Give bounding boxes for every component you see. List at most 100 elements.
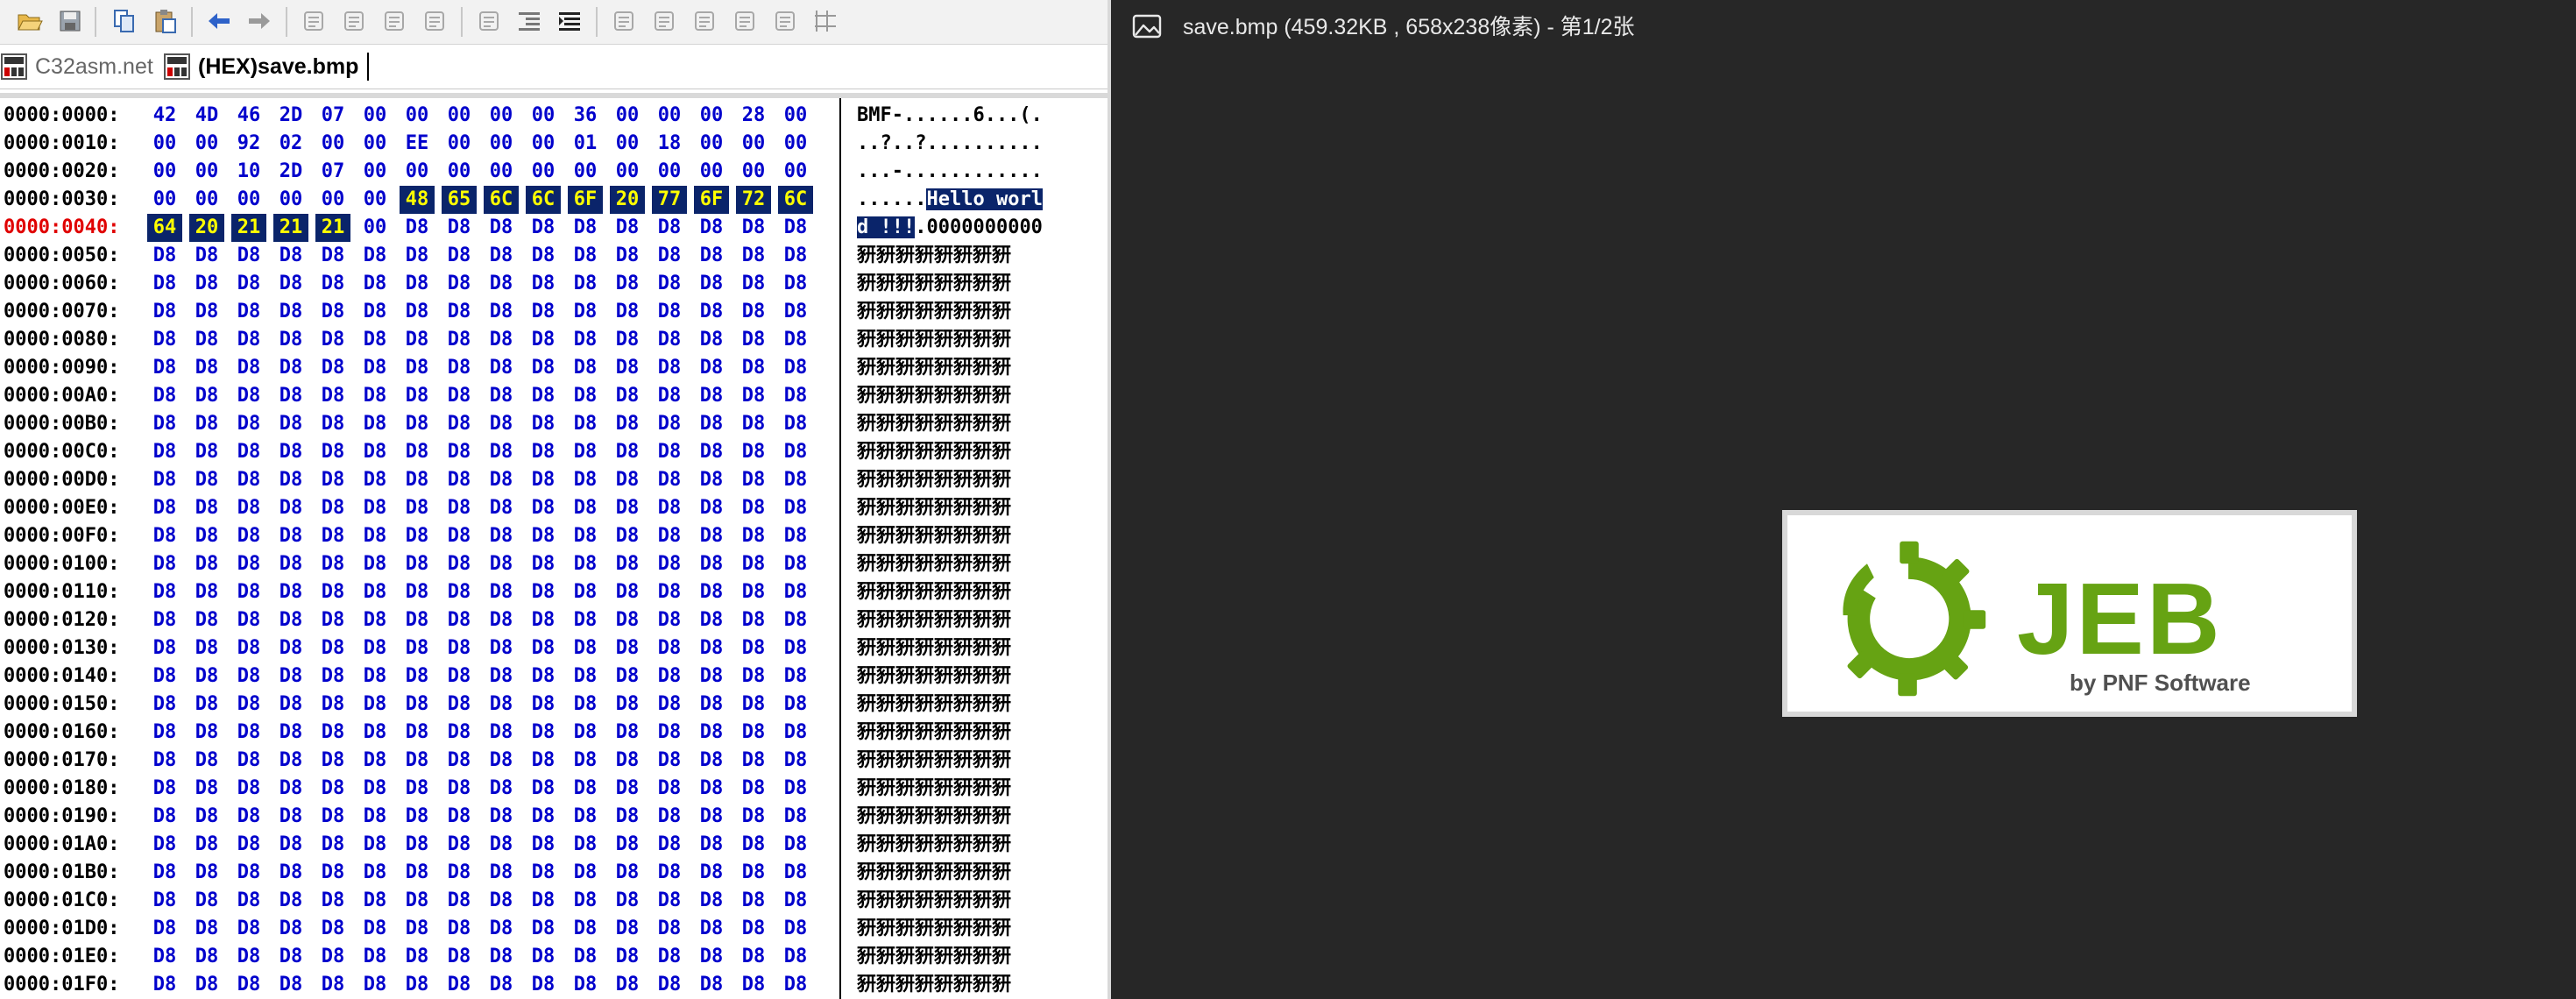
hex-byte[interactable]: D8 <box>610 691 645 719</box>
hex-byte[interactable]: D8 <box>568 943 603 971</box>
hex-byte[interactable]: D8 <box>736 382 771 410</box>
copy-icon[interactable] <box>109 5 140 37</box>
hex-byte[interactable]: D8 <box>315 466 350 494</box>
hex-byte[interactable]: D8 <box>357 606 393 634</box>
hex-byte[interactable]: D8 <box>189 326 224 354</box>
hex-byte[interactable]: D8 <box>442 578 477 606</box>
hex-byte[interactable]: D8 <box>610 606 645 634</box>
hex-byte[interactable]: D8 <box>442 803 477 831</box>
hex-byte[interactable]: D8 <box>778 943 813 971</box>
hex-byte[interactable]: 00 <box>526 130 561 158</box>
hex-byte[interactable]: D8 <box>231 887 266 915</box>
hex-byte[interactable]: D8 <box>442 915 477 943</box>
hex-byte[interactable]: D8 <box>442 747 477 775</box>
hex-byte[interactable]: D8 <box>231 662 266 691</box>
hex-byte[interactable]: D8 <box>778 382 813 410</box>
hex-row[interactable]: 0000:0060: D8 D8 D8 D8 D8 D8 D8 D8 D8 D8 D8 D8 D8 D8 D8… <box>0 270 1108 298</box>
hex-byte[interactable]: D8 <box>568 466 603 494</box>
hex-byte[interactable]: D8 <box>694 775 729 803</box>
hex-byte[interactable]: D8 <box>484 634 519 662</box>
hex-byte[interactable]: D8 <box>147 831 182 859</box>
hex-byte[interactable]: D8 <box>484 494 519 522</box>
hex-byte[interactable]: D8 <box>315 354 350 382</box>
hex-byte[interactable]: D8 <box>610 662 645 691</box>
hex-byte[interactable]: D8 <box>778 606 813 634</box>
hex-byte[interactable]: D8 <box>273 662 308 691</box>
hex-byte[interactable]: D8 <box>147 494 182 522</box>
hex-row[interactable]: 0000:01C0: D8 D8 D8 D8 D8 D8 D8 D8 D8 D8 D8 D8 D8 D8 D8… <box>0 887 1108 915</box>
hex-byte[interactable]: 00 <box>526 158 561 186</box>
hex-byte[interactable]: D8 <box>778 775 813 803</box>
hex-byte[interactable]: 00 <box>231 186 266 214</box>
hex-byte[interactable]: D8 <box>526 831 561 859</box>
hex-byte[interactable]: D8 <box>189 662 224 691</box>
hex-byte[interactable]: D8 <box>442 971 477 999</box>
hex-byte[interactable]: D8 <box>273 550 308 578</box>
hex-row[interactable]: 0000:00D0: D8 D8 D8 D8 D8 D8 D8 D8 D8 D8 D8 D8 D8 D8 D8… <box>0 466 1108 494</box>
hex-byte[interactable]: D8 <box>736 578 771 606</box>
hex-byte[interactable]: 20 <box>189 214 224 242</box>
hex-row[interactable]: 0000:01D0: D8 D8 D8 D8 D8 D8 D8 D8 D8 D8 D8 D8 D8 D8 D8… <box>0 915 1108 943</box>
hex-byte[interactable]: D8 <box>610 915 645 943</box>
hex-byte[interactable]: D8 <box>484 466 519 494</box>
hex-byte[interactable]: D8 <box>568 578 603 606</box>
hex-byte[interactable]: 07 <box>315 102 350 130</box>
hex-byte[interactable]: D8 <box>189 494 224 522</box>
hex-byte[interactable]: D8 <box>484 326 519 354</box>
hex-row[interactable]: 0000:0040: 64 20 21 21 21 00 D8 D8 D8 D8 D8 D8 D8 D8 D8… <box>0 214 1108 242</box>
hex-byte[interactable]: 02 <box>273 130 308 158</box>
hex-byte[interactable]: D8 <box>484 719 519 747</box>
hex-byte[interactable]: D8 <box>189 438 224 466</box>
hex-byte[interactable]: D8 <box>652 382 687 410</box>
hex-byte[interactable]: D8 <box>736 634 771 662</box>
hex-row[interactable]: 0000:0020: 00 00 10 2D 07 00 00 00 00 00 00 00 00 00 00… <box>0 158 1108 186</box>
hex-byte[interactable]: D8 <box>526 382 561 410</box>
hex-byte[interactable]: D8 <box>189 298 224 326</box>
tool-1-icon[interactable] <box>298 5 329 37</box>
hex-byte[interactable]: D8 <box>147 438 182 466</box>
hex-byte[interactable]: D8 <box>442 943 477 971</box>
hex-byte[interactable]: D8 <box>147 298 182 326</box>
hex-byte[interactable]: D8 <box>736 719 771 747</box>
hex-byte[interactable]: D8 <box>568 326 603 354</box>
hex-byte[interactable]: D8 <box>147 550 182 578</box>
hex-byte[interactable]: D8 <box>315 887 350 915</box>
hex-row[interactable]: 0000:00C0: D8 D8 D8 D8 D8 D8 D8 D8 D8 D8 D8 D8 D8 D8 D8… <box>0 438 1108 466</box>
hex-byte[interactable]: D8 <box>357 775 393 803</box>
hex-byte[interactable]: D8 <box>315 915 350 943</box>
hex-byte[interactable]: D8 <box>231 859 266 887</box>
hex-byte[interactable]: D8 <box>736 747 771 775</box>
hex-byte[interactable]: D8 <box>231 578 266 606</box>
hex-byte[interactable]: D8 <box>568 775 603 803</box>
hex-byte[interactable]: D8 <box>736 831 771 859</box>
hex-byte[interactable]: D8 <box>484 662 519 691</box>
hex-byte[interactable]: D8 <box>778 214 813 242</box>
hex-byte[interactable]: D8 <box>147 410 182 438</box>
hex-byte[interactable]: D8 <box>273 943 308 971</box>
hex-byte[interactable]: D8 <box>736 466 771 494</box>
hex-row[interactable]: 0000:0070: D8 D8 D8 D8 D8 D8 D8 D8 D8 D8 D8 D8 D8 D8 D8… <box>0 298 1108 326</box>
hex-byte[interactable]: D8 <box>231 466 266 494</box>
hex-byte[interactable]: D8 <box>442 382 477 410</box>
hex-byte[interactable]: 00 <box>778 102 813 130</box>
hex-byte[interactable]: D8 <box>189 971 224 999</box>
hex-byte[interactable]: 00 <box>610 158 645 186</box>
hex-byte[interactable]: D8 <box>189 270 224 298</box>
hex-byte[interactable]: D8 <box>357 887 393 915</box>
hex-row[interactable]: 0000:00A0: D8 D8 D8 D8 D8 D8 D8 D8 D8 D8 D8 D8 D8 D8 D8… <box>0 382 1108 410</box>
hex-byte[interactable]: D8 <box>147 578 182 606</box>
hex-byte[interactable]: D8 <box>147 382 182 410</box>
hex-byte[interactable]: D8 <box>652 466 687 494</box>
hex-byte[interactable]: D8 <box>189 887 224 915</box>
hex-byte[interactable]: 65 <box>442 186 477 214</box>
hex-byte[interactable]: D8 <box>273 803 308 831</box>
hex-byte[interactable]: D8 <box>610 354 645 382</box>
hex-byte[interactable]: D8 <box>273 634 308 662</box>
hex-byte[interactable]: D8 <box>778 831 813 859</box>
hex-byte[interactable]: D8 <box>526 410 561 438</box>
hex-byte[interactable]: D8 <box>442 214 477 242</box>
hex-byte[interactable]: D8 <box>357 466 393 494</box>
hex-byte[interactable]: D8 <box>273 466 308 494</box>
hex-byte[interactable]: D8 <box>442 719 477 747</box>
open-folder-icon[interactable] <box>14 5 46 37</box>
